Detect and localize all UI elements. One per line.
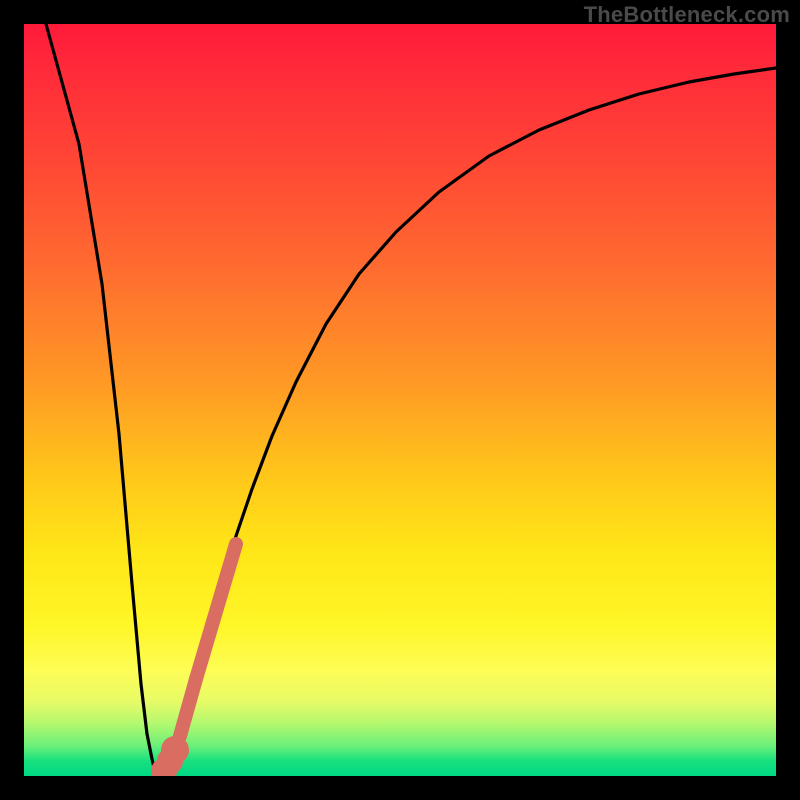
highlighted-range (158, 544, 236, 776)
bottleneck-curve (46, 24, 776, 775)
watermark-text: TheBottleneck.com (584, 2, 790, 28)
curve-layer (24, 24, 776, 776)
chart-frame: TheBottleneck.com (0, 0, 800, 800)
plot-area (24, 24, 776, 776)
